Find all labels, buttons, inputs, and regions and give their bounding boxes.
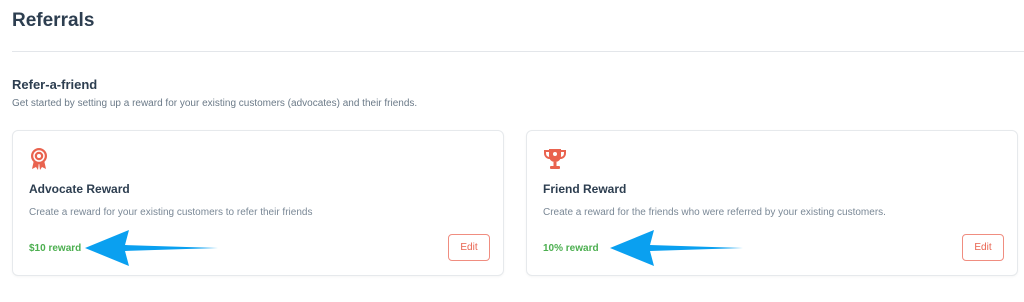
advocate-reward-description: Create a reward for your existing custom… <box>29 207 313 218</box>
annotation-arrow-right <box>610 230 743 266</box>
friend-reward-title: Friend Reward <box>543 182 627 196</box>
advocate-reward-value: $10 reward <box>29 243 82 254</box>
friend-reward-description: Create a reward for the friends who were… <box>543 207 886 218</box>
friend-reward-edit-button[interactable]: Edit <box>962 234 1004 261</box>
friend-reward-card: Friend Reward Create a reward for the fr… <box>526 130 1018 276</box>
section-description: Get started by setting up a reward for y… <box>12 98 418 109</box>
friend-reward-value: 10% reward <box>543 243 599 254</box>
trophy-icon <box>543 147 566 171</box>
page-title: Referrals <box>12 10 95 31</box>
annotation-arrow-left <box>85 230 218 266</box>
advocate-reward-title: Advocate Reward <box>29 182 130 196</box>
header-divider <box>12 51 1024 52</box>
section-title: Refer-a-friend <box>12 77 98 92</box>
advocate-reward-edit-button[interactable]: Edit <box>448 234 490 261</box>
award-badge-icon <box>29 147 49 171</box>
